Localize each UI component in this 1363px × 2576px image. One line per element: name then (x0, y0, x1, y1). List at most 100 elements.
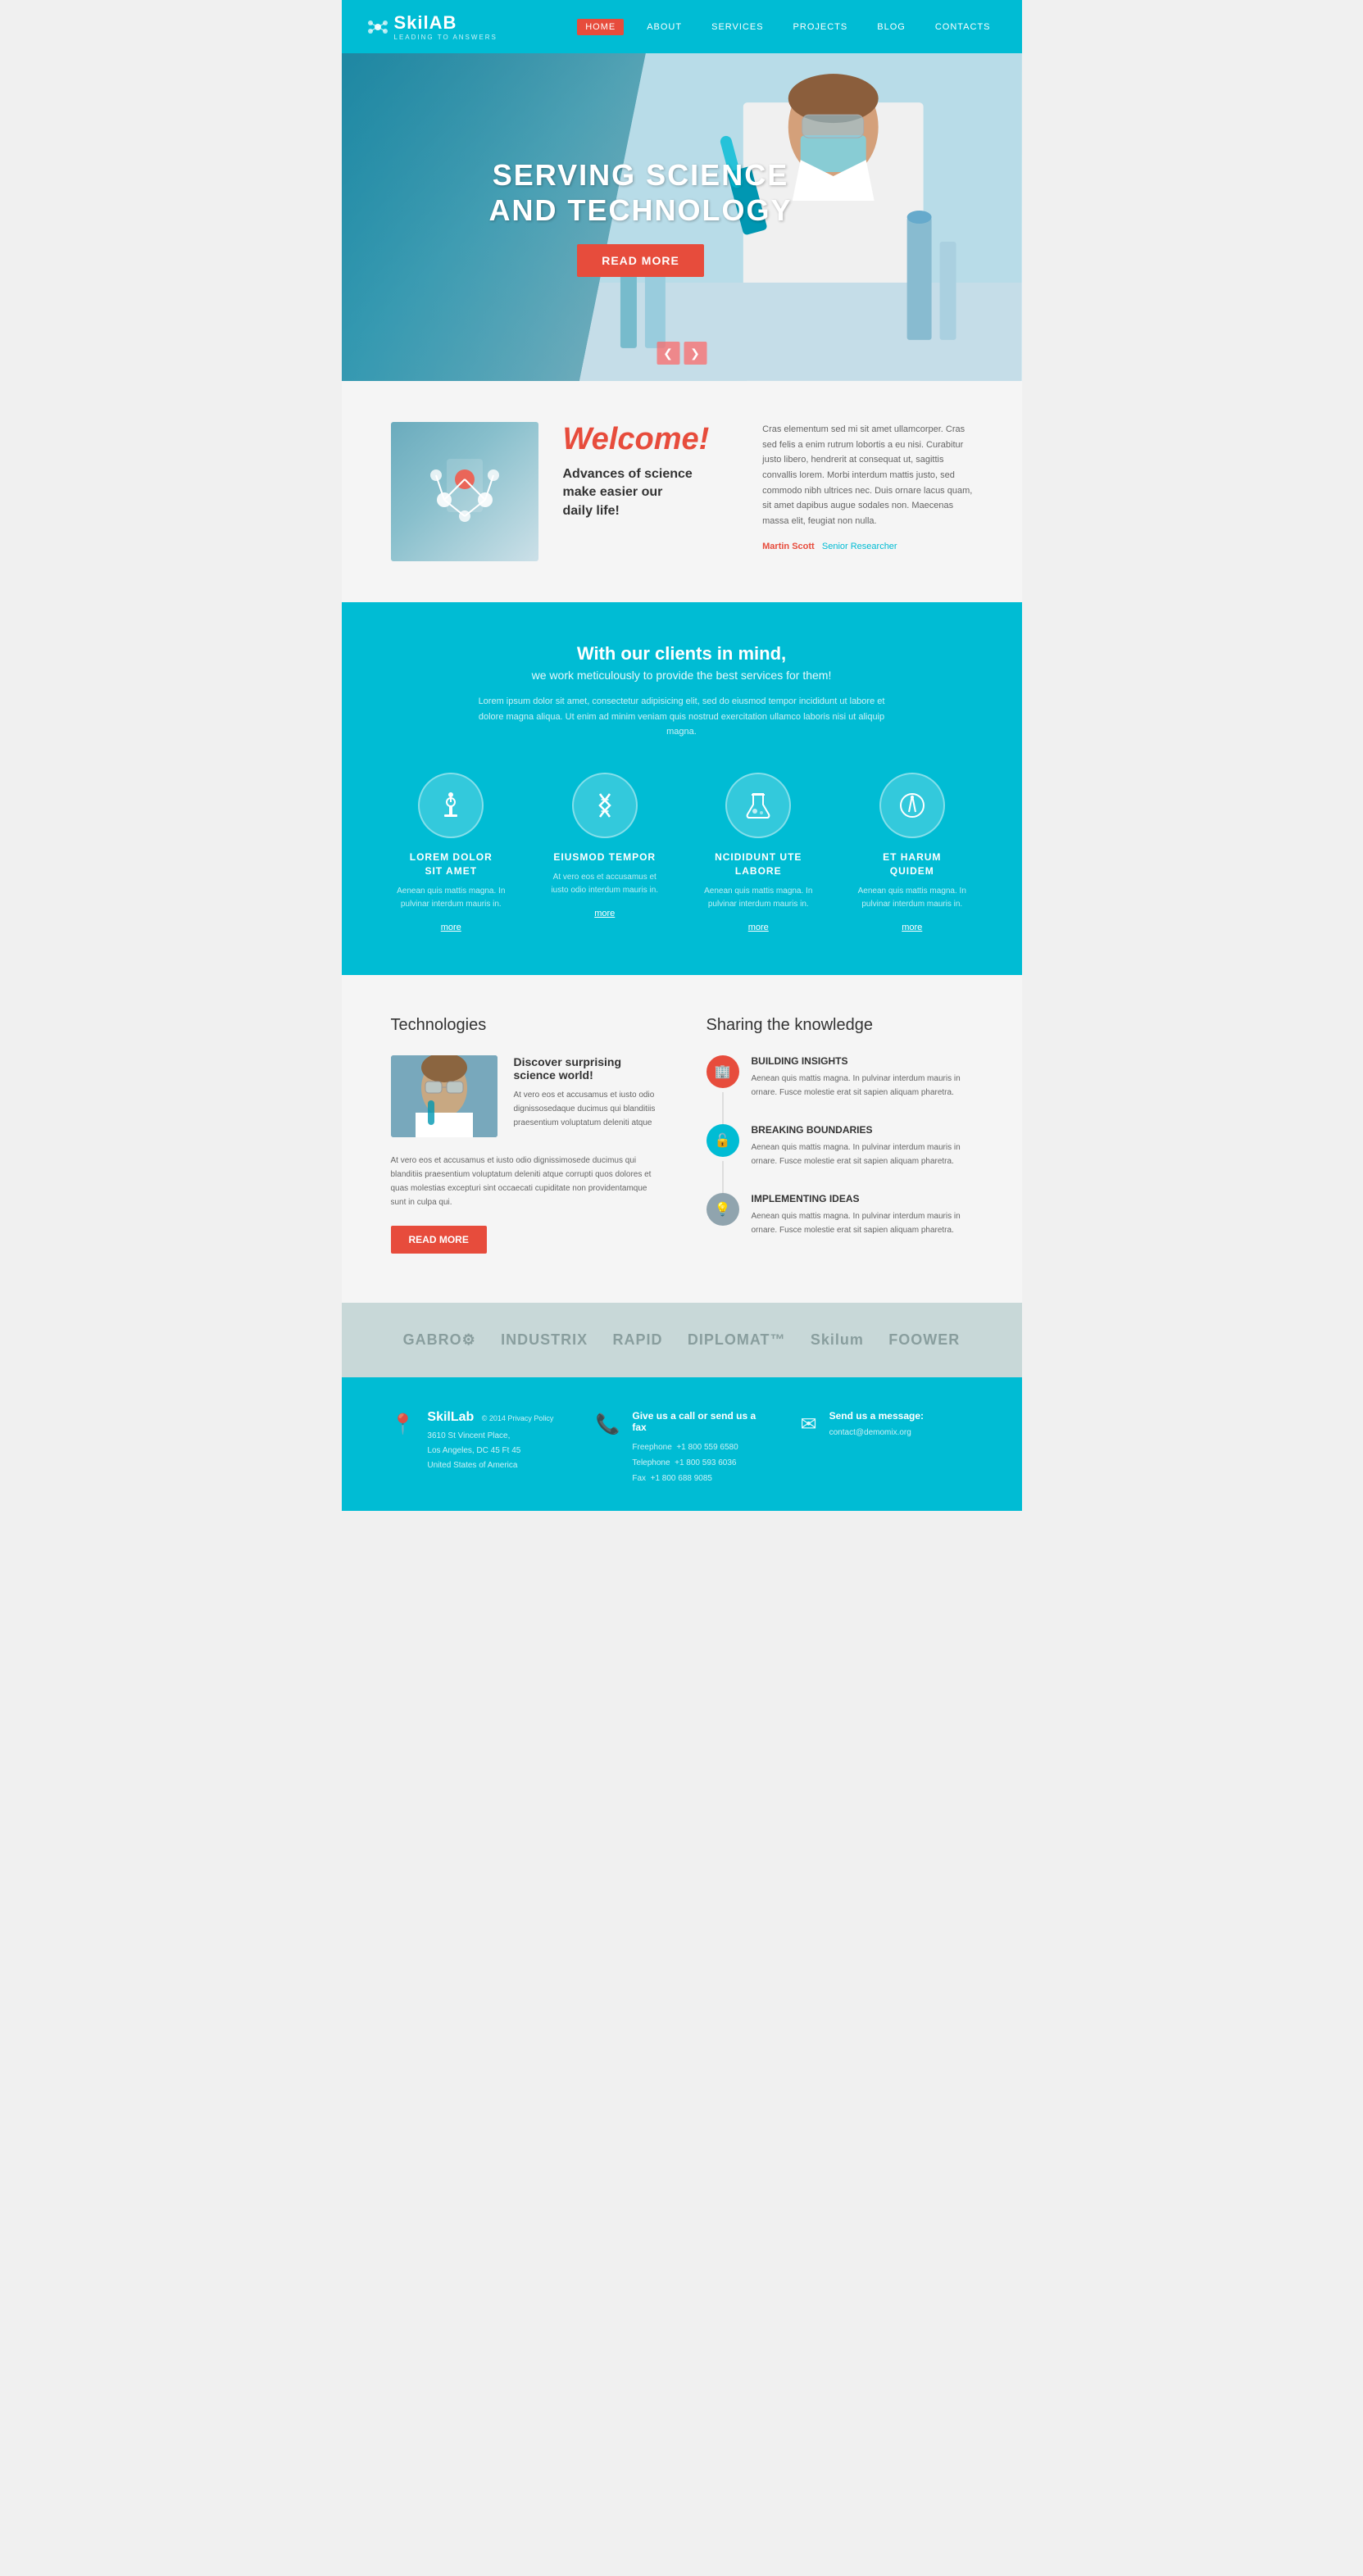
hero-next-button[interactable]: ❯ (684, 342, 706, 365)
welcome-author-role: Senior Researcher (822, 542, 897, 551)
welcome-title: Welcome! (563, 422, 738, 457)
read-more-button[interactable]: Read More (391, 1226, 487, 1254)
footer-contact-title: Send us a message: (829, 1410, 924, 1422)
footer-phone-col: 📞 Give us a call or send us a fax Freeph… (596, 1410, 768, 1486)
tech-left: Technologies (391, 1016, 657, 1262)
nav: HOME ABOUT SERVICES PROJECTS BLOG CONTAC… (577, 19, 997, 35)
nav-blog[interactable]: BLOG (870, 19, 912, 35)
hero-prev-button[interactable]: ❮ (657, 342, 679, 365)
tech-card-content: Discover surprising science world! At ve… (514, 1055, 657, 1137)
knowledge-text-3: IMPLEMENTING IDEAS Aenean quis mattis ma… (752, 1193, 973, 1237)
knowledge-item-1: 🏢 BUILDING INSIGHTS Aenean quis mattis m… (706, 1055, 973, 1100)
welcome-author: Martin Scott Senior Researcher (762, 542, 972, 551)
knowledge-desc-2: Aenean quis mattis magna. In pulvinar in… (752, 1141, 973, 1168)
welcome-image (391, 422, 538, 561)
footer-contact-inner: ✉ Send us a message: contact@demomix.org (801, 1410, 973, 1437)
service-icon-flask (725, 773, 791, 838)
service-name-1: LOREM DOLORSIT AMET (391, 850, 512, 878)
services-grid: LOREM DOLORSIT AMET Aenean quis mattis m… (391, 773, 973, 934)
knowledge-desc-3: Aenean quis mattis magna. In pulvinar in… (752, 1209, 973, 1237)
logo-sub: LEADING TO ANSWERS (394, 34, 497, 41)
knowledge-icon-building: 🏢 (706, 1055, 739, 1088)
footer-location-icon: 📍 (391, 1413, 416, 1436)
tech-card-desc: At vero eos et accusamus et iusto odio d… (514, 1088, 657, 1130)
footer-phone-inner: 📞 Give us a call or send us a fax Freeph… (596, 1410, 768, 1486)
welcome-description-area: Cras elementum sed mi sit amet ullamcorp… (762, 422, 972, 551)
knowledge-desc-1: Aenean quis mattis magna. In pulvinar in… (752, 1072, 973, 1100)
knowledge-title-2: BREAKING BOUNDARIES (752, 1124, 973, 1136)
hero-text: SERVING SCIENCE AND TECHNOLOGY Read more (489, 157, 793, 277)
tech-section-title: Technologies (391, 1016, 657, 1035)
nav-home[interactable]: HOME (577, 19, 624, 35)
hero-read-more-button[interactable]: Read more (577, 244, 704, 277)
service-more-4[interactable]: more (902, 923, 922, 932)
footer-address: 3610 St Vincent Place, Los Angeles, DC 4… (427, 1429, 553, 1473)
tech-right: Sharing the knowledge 🏢 BUILDING INSIGHT… (706, 1016, 973, 1262)
footer-telephone: Telephone +1 800 593 6036 (632, 1455, 767, 1471)
footer-address-inner: 📍 SkilLab © 2014 Privacy Policy 3610 St … (391, 1410, 563, 1473)
partner-rapid: RAPID (613, 1331, 663, 1349)
service-item-4: ET HARUMQUIDEM Aenean quis mattis magna.… (852, 773, 973, 934)
logo-icon (366, 16, 389, 39)
partner-industrix: INDUSTRIX (501, 1331, 588, 1349)
tech-body-text: At vero eos et accusamus et iusto odio d… (391, 1154, 657, 1209)
service-more-3[interactable]: more (748, 923, 769, 932)
logo[interactable]: SkilAB LEADING TO ANSWERS (366, 12, 497, 41)
service-item-3: NCIDIDUNT UTELABORE Aenean quis mattis m… (698, 773, 820, 934)
welcome-desc: Cras elementum sed mi sit amet ullamcorp… (762, 422, 972, 529)
service-desc-2: At vero eos et accusamus et iusto odio i… (544, 871, 666, 897)
service-name-2: EIUSMOD TEMPOR (544, 850, 666, 864)
footer: 📍 SkilLab © 2014 Privacy Policy 3610 St … (342, 1377, 1022, 1511)
footer-contact-content: Send us a message: contact@demomix.org (829, 1410, 924, 1437)
partner-foower: FOOWER (888, 1331, 960, 1349)
footer-email-icon: ✉ (801, 1413, 817, 1436)
service-item-2: EIUSMOD TEMPOR At vero eos et accusamus … (544, 773, 666, 934)
footer-logo: SkilLab © 2014 Privacy Policy (427, 1410, 553, 1425)
knowledge-title-3: IMPLEMENTING IDEAS (752, 1193, 973, 1204)
knowledge-item-3: 💡 IMPLEMENTING IDEAS Aenean quis mattis … (706, 1193, 973, 1237)
hero-arrows: ❮ ❯ (657, 342, 706, 365)
service-desc-1: Aenean quis mattis magna. In pulvinar in… (391, 885, 512, 911)
knowledge-title-1: BUILDING INSIGHTS (752, 1055, 973, 1067)
footer-email: contact@demomix.org (829, 1428, 924, 1437)
knowledge-text-1: BUILDING INSIGHTS Aenean quis mattis mag… (752, 1055, 973, 1100)
knowledge-text-2: BREAKING BOUNDARIES Aenean quis mattis m… (752, 1124, 973, 1168)
knowledge-item-2: 🔓 BREAKING BOUNDARIES Aenean quis mattis… (706, 1124, 973, 1168)
partner-diplomat: DIPLOMAT™ (688, 1331, 786, 1349)
service-desc-4: Aenean quis mattis magna. In pulvinar in… (852, 885, 973, 911)
knowledge-section-title: Sharing the knowledge (706, 1016, 973, 1035)
knowledge-icon-boundaries: 🔓 (706, 1124, 739, 1157)
services-section: With our clients in mind, we work meticu… (342, 602, 1022, 975)
nav-contacts[interactable]: CONTACTS (929, 19, 997, 35)
welcome-image-inner (391, 422, 538, 561)
footer-phone-content: Give us a call or send us a fax Freephon… (632, 1410, 767, 1486)
hero-section: SERVING SCIENCE AND TECHNOLOGY Read more… (342, 53, 1022, 381)
service-more-2[interactable]: more (594, 909, 615, 918)
welcome-tagline: Advances of sciencemake easier ourdaily … (563, 465, 738, 520)
tech-card: Discover surprising science world! At ve… (391, 1055, 657, 1137)
service-desc-3: Aenean quis mattis magna. In pulvinar in… (698, 885, 820, 911)
service-item-1: LOREM DOLORSIT AMET Aenean quis mattis m… (391, 773, 512, 934)
tech-card-title: Discover surprising science world! (514, 1055, 657, 1082)
footer-freephone: Freephone +1 800 559 6580 (632, 1440, 767, 1455)
service-icon-microscope (418, 773, 484, 838)
logo-text: SkilAB (394, 12, 457, 33)
service-name-4: ET HARUMQUIDEM (852, 850, 973, 878)
partner-gabro: GABRO⚙ (403, 1331, 476, 1349)
partner-skilum: Skilum (811, 1331, 864, 1349)
nav-services[interactable]: SERVICES (705, 19, 770, 35)
service-more-1[interactable]: more (441, 923, 461, 932)
footer-contact-col: ✉ Send us a message: contact@demomix.org (801, 1410, 973, 1486)
footer-address-col: 📍 SkilLab © 2014 Privacy Policy 3610 St … (391, 1410, 563, 1486)
footer-phone-title: Give us a call or send us a fax (632, 1410, 767, 1433)
service-icon-compass (879, 773, 945, 838)
nav-about[interactable]: ABOUT (640, 19, 688, 35)
footer-fax: Fax +1 800 688 9085 (632, 1471, 767, 1486)
partners-section: GABRO⚙ INDUSTRIX RAPID DIPLOMAT™ Skilum … (342, 1303, 1022, 1377)
footer-address-content: SkilLab © 2014 Privacy Policy 3610 St Vi… (427, 1410, 553, 1473)
hero-title: SERVING SCIENCE AND TECHNOLOGY (489, 157, 793, 228)
tech-card-image (391, 1055, 497, 1137)
nav-projects[interactable]: PROJECTS (787, 19, 855, 35)
services-desc: Lorem ipsum dolor sit amet, consectetur … (477, 694, 887, 740)
knowledge-icon-ideas: 💡 (706, 1193, 739, 1226)
